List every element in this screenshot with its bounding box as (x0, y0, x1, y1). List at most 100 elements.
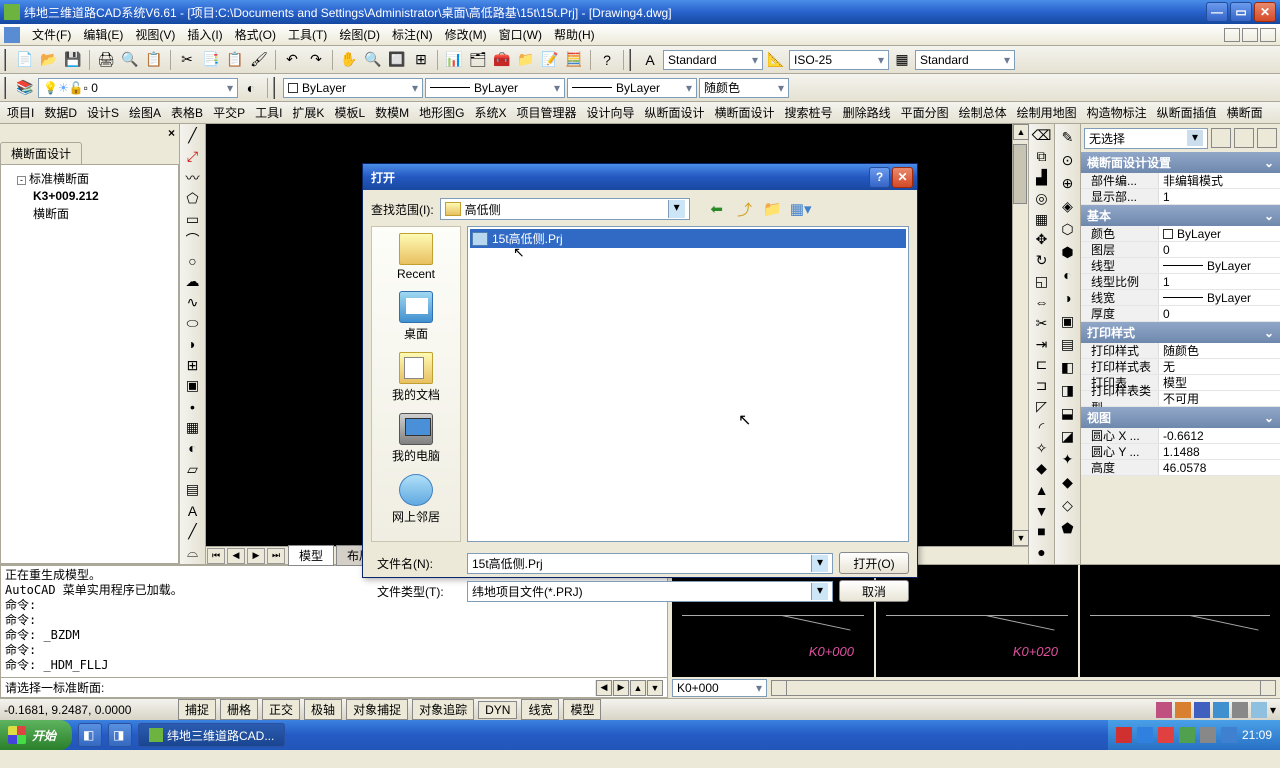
cmd-model[interactable]: 数模M (370, 102, 414, 123)
mdi-restore[interactable] (1242, 28, 1258, 42)
ct15-icon[interactable]: ✦ (1057, 448, 1079, 470)
tablestyle-combo[interactable]: Standard▾ (915, 50, 1015, 70)
station-combo[interactable]: K0+000▾ (672, 679, 767, 697)
tool21-icon[interactable]: ● (1031, 542, 1053, 562)
tray-icon-2[interactable] (1175, 702, 1191, 718)
xline-icon[interactable]: ⤢ (182, 147, 204, 167)
join-icon[interactable]: ⊐ (1031, 376, 1053, 396)
scale-icon[interactable]: ◱ (1031, 272, 1053, 292)
pline-icon[interactable]: 〰 (182, 168, 204, 188)
file-item[interactable]: 15t高低侧.Prj (470, 229, 906, 248)
insert-icon[interactable]: ⊞ (182, 355, 204, 375)
cmd-interp[interactable]: 纵断面插值 (1152, 102, 1222, 123)
place-desktop[interactable]: 桌面 (399, 291, 433, 342)
prop-section-cross[interactable]: 横断面设计设置⌄ (1081, 152, 1280, 173)
region-icon[interactable]: ▱ (182, 459, 204, 479)
redo-icon[interactable]: ↷ (305, 49, 327, 71)
cmd-extend[interactable]: 扩展K (287, 102, 329, 123)
newfolder-icon[interactable]: 📁 (762, 198, 784, 220)
selection-combo[interactable]: 无选择▾ (1084, 128, 1208, 149)
plotstyle-combo[interactable]: 随颜色▾ (699, 78, 789, 98)
revcloud-icon[interactable]: ☁ (182, 272, 204, 292)
mdi-close[interactable] (1260, 28, 1276, 42)
tablestyle-icon[interactable]: ▦ (891, 49, 913, 71)
layer-manager-icon[interactable]: 📚 (14, 77, 36, 99)
panel-close-icon[interactable]: × (168, 126, 175, 140)
menu-edit[interactable]: 编辑(E) (77, 24, 129, 45)
tool20-icon[interactable]: ■ (1031, 521, 1053, 541)
cmd-draw[interactable]: 绘图A (124, 102, 166, 123)
mtext-icon[interactable]: A (182, 501, 204, 521)
save-icon[interactable]: 💾 (62, 49, 84, 71)
station-scrollbar[interactable] (771, 680, 1276, 696)
place-documents[interactable]: 我的文档 (392, 352, 440, 403)
tool18-icon[interactable]: ▲ (1031, 480, 1053, 500)
ct14-icon[interactable]: ◪ (1057, 425, 1079, 447)
ct4-icon[interactable]: ◈ (1057, 195, 1079, 217)
cmd-cross[interactable]: 横断面设计 (710, 102, 780, 123)
cmd-struct[interactable]: 构造物标注 (1082, 102, 1152, 123)
ellipsearc-icon[interactable]: ◗ (182, 334, 204, 354)
ct18-icon[interactable]: ⬟ (1057, 517, 1079, 539)
cmd-plan[interactable]: 平面分图 (896, 102, 954, 123)
textstyle-combo[interactable]: Standard▾ (663, 50, 763, 70)
vertical-scrollbar[interactable]: ▲ ▼ (1012, 124, 1028, 546)
cmd-tools[interactable]: 工具I (250, 102, 287, 123)
pan-icon[interactable]: ✋ (338, 49, 360, 71)
mode-osnap[interactable]: 对象捕捉 (346, 699, 408, 720)
ellipse-icon[interactable]: ⬭ (182, 314, 204, 334)
new-icon[interactable]: 📄 (14, 49, 36, 71)
mode-lwt[interactable]: 线宽 (521, 699, 559, 720)
dialog-help-button[interactable]: ? (869, 167, 890, 188)
quicklaunch-1[interactable]: ◧ (78, 723, 102, 747)
tree-station[interactable]: K3+009.212 (5, 188, 174, 204)
dialog-titlebar[interactable]: 打开 ? ✕ (363, 164, 917, 190)
scroll-down-icon[interactable]: ▼ (1013, 530, 1029, 546)
arc2-icon[interactable]: ⌓ (182, 542, 204, 562)
circle-icon[interactable]: ○ (182, 251, 204, 271)
tray-misc-icon[interactable] (1221, 727, 1237, 743)
tab-nav-first[interactable]: ⏮ (207, 548, 225, 564)
linetype-combo[interactable]: ByLayer▾ (425, 78, 565, 98)
offset-icon[interactable]: ◎ (1031, 188, 1053, 208)
cmd-scroll-up[interactable]: ▲ (630, 680, 646, 696)
tray-icon-5[interactable] (1232, 702, 1248, 718)
tray-sogou-icon[interactable] (1116, 727, 1132, 743)
cmd-terrain[interactable]: 地形图G (414, 102, 469, 123)
help-icon[interactable]: ? (596, 49, 618, 71)
tray-ime-icon[interactable] (1137, 727, 1153, 743)
task-app[interactable]: 纬地三维道路CAD... (138, 723, 285, 747)
sheetset-icon[interactable]: 📁 (515, 49, 537, 71)
ct10-icon[interactable]: ▤ (1057, 333, 1079, 355)
back-icon[interactable]: ⬅ (706, 198, 728, 220)
cmd-scroll-down[interactable]: ▼ (647, 680, 663, 696)
tray-icon-4[interactable] (1213, 702, 1229, 718)
prop-section-view[interactable]: 视图⌄ (1081, 407, 1280, 428)
menu-dimension[interactable]: 标注(N) (386, 24, 439, 45)
extend-icon[interactable]: ⇥ (1031, 334, 1053, 354)
maximize-button[interactable]: ▭ (1230, 2, 1252, 22)
toolbar-grip[interactable] (4, 77, 9, 99)
ct2-icon[interactable]: ⊙ (1057, 149, 1079, 171)
ct13-icon[interactable]: ⬓ (1057, 402, 1079, 424)
cross-preview-3[interactable] (1080, 565, 1280, 677)
mode-model[interactable]: 模型 (563, 699, 601, 720)
matchprop-icon[interactable]: 🖌 (248, 49, 270, 71)
tray-av-icon[interactable] (1158, 727, 1174, 743)
arc-icon[interactable]: ⌒ (182, 230, 204, 250)
open-button[interactable]: 打开(O) (839, 552, 909, 574)
trim-icon[interactable]: ✂ (1031, 313, 1053, 333)
lineweight-combo[interactable]: ByLayer▾ (567, 78, 697, 98)
print-icon[interactable]: 🖨 (95, 49, 117, 71)
quicklaunch-2[interactable]: ◨ (108, 723, 132, 747)
tree-root[interactable]: -标准横断面 (5, 169, 174, 188)
cmd-data[interactable]: 数据D (39, 102, 82, 123)
textstyle-icon[interactable]: A (639, 49, 661, 71)
place-network[interactable]: 网上邻居 (392, 474, 440, 525)
viewmenu-icon[interactable]: ▦▾ (790, 198, 812, 220)
properties-icon[interactable]: 📊 (443, 49, 465, 71)
start-button[interactable]: 开始 (0, 720, 72, 750)
publish-icon[interactable]: 📋 (143, 49, 165, 71)
cmd-cross2[interactable]: 横断面 (1222, 102, 1268, 123)
dimstyle-icon[interactable]: 📐 (765, 49, 787, 71)
